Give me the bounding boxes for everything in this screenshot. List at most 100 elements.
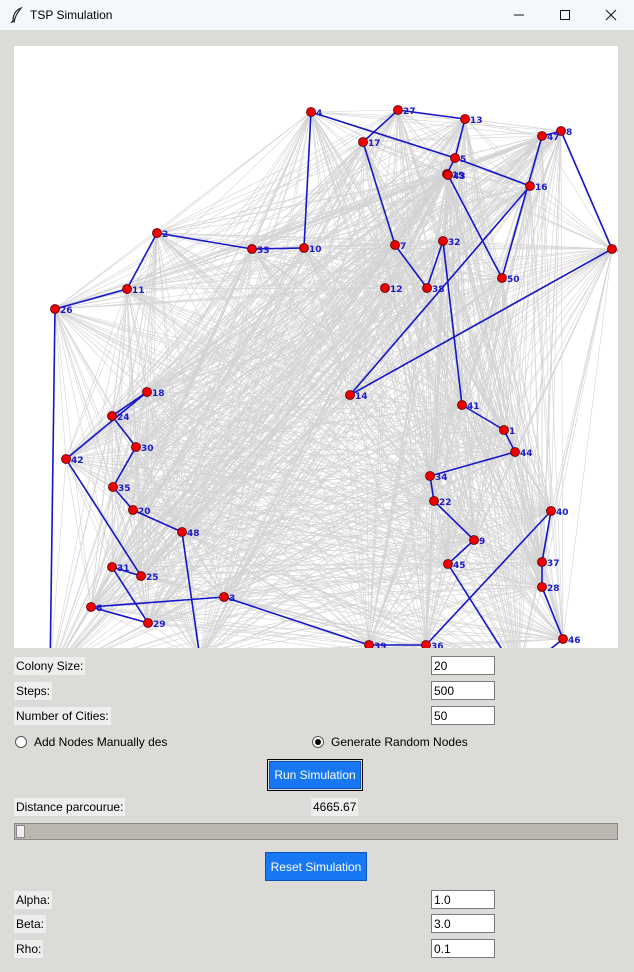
add-nodes-manually-radio[interactable]: Add Nodes Manually des: [15, 735, 167, 749]
city-label: 48: [187, 529, 200, 539]
city-node[interactable]: [306, 107, 316, 117]
city-node[interactable]: [358, 137, 368, 147]
steps-input[interactable]: 500: [431, 681, 495, 700]
graph-edge: [425, 561, 543, 646]
city-node[interactable]: [299, 243, 309, 253]
city-node[interactable]: [429, 496, 439, 506]
city-node[interactable]: [364, 640, 374, 649]
city-node[interactable]: [537, 582, 547, 592]
city-node[interactable]: [607, 244, 617, 254]
city-label: 10: [309, 245, 322, 255]
route-segment: [49, 308, 56, 648]
graph-edge: [560, 130, 564, 640]
city-label: 34: [435, 473, 448, 483]
city-node[interactable]: [443, 170, 453, 180]
city-node[interactable]: [50, 304, 60, 314]
city-label: 38: [432, 285, 445, 295]
city-node[interactable]: [128, 505, 138, 515]
city-node[interactable]: [219, 592, 229, 602]
city-node[interactable]: [457, 400, 467, 410]
city-label: 47: [547, 133, 560, 143]
city-label: 14: [355, 392, 368, 402]
steps-label: Steps:: [14, 682, 53, 700]
colony-size-label: Colony Size:: [14, 657, 86, 675]
tsp-graph: 1234567891011121314151617181920212223242…: [49, 105, 618, 649]
city-label: 3: [229, 594, 235, 604]
city-label: 41: [467, 402, 480, 412]
city-node[interactable]: [537, 557, 547, 567]
city-node[interactable]: [107, 562, 117, 572]
city-node[interactable]: [546, 506, 556, 516]
city-label: 36: [431, 642, 444, 648]
graph-edge: [65, 458, 113, 568]
city-node[interactable]: [393, 105, 403, 115]
slider-handle[interactable]: [16, 825, 25, 838]
number-of-cities-label: Number of Cities:: [14, 707, 111, 725]
city-label: 44: [520, 449, 533, 459]
rho-input[interactable]: 0.1: [431, 939, 495, 958]
reset-simulation-button[interactable]: Reset Simulation: [265, 852, 367, 881]
city-node[interactable]: [247, 244, 257, 254]
city-node[interactable]: [131, 442, 141, 452]
graph-edge: [541, 248, 613, 588]
city-label: 50: [507, 275, 520, 285]
city-label: 35: [118, 484, 131, 494]
feather-icon: [10, 7, 23, 23]
minimize-icon: [514, 14, 524, 16]
city-node[interactable]: [537, 131, 547, 141]
city-node[interactable]: [422, 283, 432, 293]
city-label: 22: [439, 498, 452, 508]
progress-slider[interactable]: [14, 823, 618, 840]
city-node[interactable]: [497, 273, 507, 283]
city-label: 1: [509, 427, 515, 437]
graph-canvas[interactable]: 1234567891011121314151617181920212223242…: [14, 46, 618, 648]
city-node[interactable]: [390, 240, 400, 250]
city-label: 2: [162, 230, 168, 240]
city-node[interactable]: [142, 387, 152, 397]
city-node[interactable]: [499, 425, 509, 435]
minimize-button[interactable]: [496, 0, 542, 30]
alpha-input[interactable]: 1.0: [431, 890, 495, 909]
city-node[interactable]: [421, 640, 431, 649]
city-label: 42: [71, 456, 84, 466]
city-label: 17: [368, 139, 381, 149]
close-button[interactable]: [588, 0, 634, 30]
city-label: 39: [374, 642, 387, 648]
city-node[interactable]: [86, 602, 96, 612]
city-node[interactable]: [177, 527, 187, 537]
city-label: 49: [617, 246, 618, 256]
run-simulation-button[interactable]: Run Simulation: [267, 759, 363, 791]
city-label: 33: [257, 246, 270, 256]
city-node[interactable]: [152, 228, 162, 238]
colony-size-input[interactable]: 20: [431, 656, 495, 675]
city-node[interactable]: [438, 236, 448, 246]
maximize-button[interactable]: [542, 0, 588, 30]
city-node[interactable]: [122, 284, 132, 294]
city-node[interactable]: [108, 482, 118, 492]
city-node[interactable]: [469, 535, 479, 545]
city-node[interactable]: [107, 411, 117, 421]
city-node[interactable]: [143, 618, 153, 628]
generate-random-nodes-radio[interactable]: Generate Random Nodes: [312, 735, 468, 749]
city-label: 37: [547, 559, 560, 569]
city-node[interactable]: [425, 471, 435, 481]
beta-input[interactable]: 3.0: [431, 914, 495, 933]
city-node[interactable]: [345, 390, 355, 400]
app-window: TSP Simulation 1234567891011121314151617…: [0, 0, 634, 972]
city-node[interactable]: [460, 114, 470, 124]
city-node[interactable]: [443, 559, 453, 569]
city-node[interactable]: [510, 447, 520, 457]
number-of-cities-input[interactable]: 50: [431, 706, 495, 725]
city-node[interactable]: [61, 454, 71, 464]
city-node[interactable]: [380, 283, 390, 293]
city-node[interactable]: [525, 181, 535, 191]
title-bar: TSP Simulation: [0, 0, 634, 30]
city-label: 8: [566, 128, 572, 138]
graph-edge: [541, 135, 613, 250]
city-label: 45: [453, 561, 466, 571]
city-label: 27: [403, 107, 416, 117]
maximize-icon: [560, 10, 570, 20]
city-node[interactable]: [136, 571, 146, 581]
city-node[interactable]: [558, 634, 568, 644]
city-node[interactable]: [450, 153, 460, 163]
